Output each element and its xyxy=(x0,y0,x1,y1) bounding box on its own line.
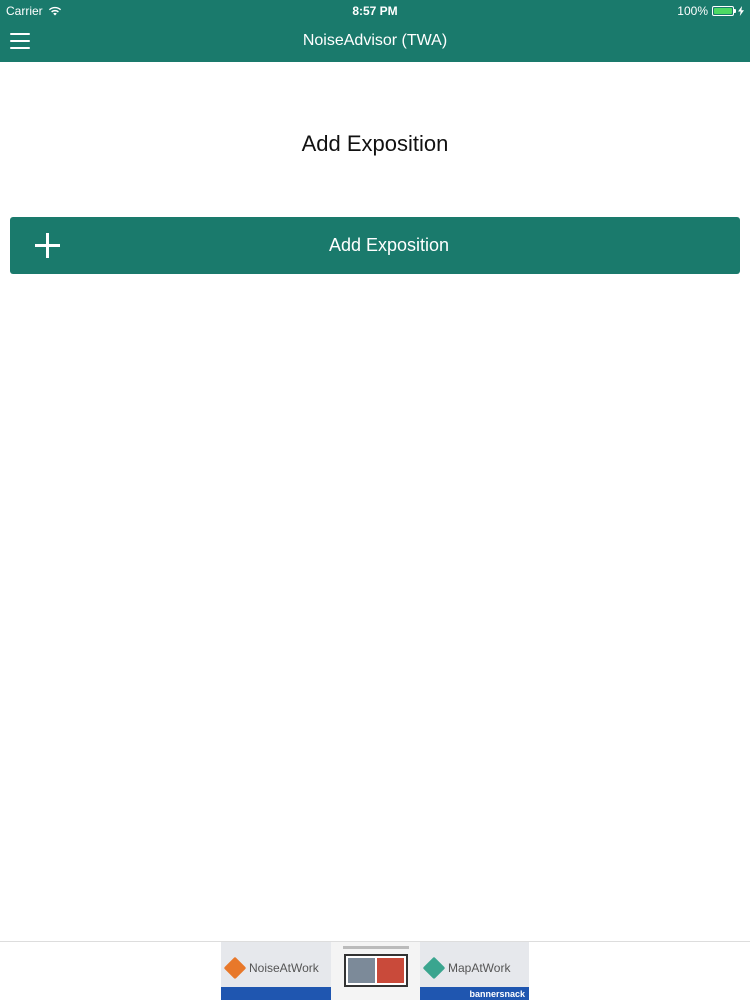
ad-mid-headline-bar xyxy=(343,946,409,949)
noiseatwork-logo-icon xyxy=(223,956,247,980)
top-bar: Carrier 8:57 PM 100% NoiseAdvisor (TWA) xyxy=(0,0,750,62)
ad-panel-devices xyxy=(331,942,420,1000)
mapatwork-logo-icon xyxy=(422,956,446,980)
ad-panel-mapatwork: MapAtWork bannersnack xyxy=(420,942,529,1000)
battery-fill xyxy=(714,8,732,14)
charging-bolt-icon xyxy=(738,6,744,16)
status-time: 8:57 PM xyxy=(352,4,398,18)
ad-bar: NoiseAtWork MapAtWork bannersnack xyxy=(0,941,750,1000)
status-bar: Carrier 8:57 PM 100% xyxy=(0,0,750,22)
ad-banner[interactable]: NoiseAtWork MapAtWork bannersnack xyxy=(221,942,529,1000)
ad-strip-right: bannersnack xyxy=(420,987,529,1000)
battery-percent: 100% xyxy=(677,4,708,18)
nav-title: NoiseAdvisor (TWA) xyxy=(302,32,448,49)
add-exposition-button-label: Add Exposition xyxy=(328,235,450,255)
status-right: 100% xyxy=(677,4,744,18)
ad-brand-left: NoiseAtWork xyxy=(249,961,319,975)
ad-credit: bannersnack xyxy=(469,989,525,999)
ad-strip-left xyxy=(221,987,331,1000)
page-heading: Add Exposition xyxy=(301,131,449,156)
add-exposition-button[interactable]: Add Exposition xyxy=(10,217,740,274)
ad-devices-image xyxy=(344,954,408,987)
ad-brand-right: MapAtWork xyxy=(448,961,511,975)
battery-icon xyxy=(712,6,736,16)
ad-panel-noiseatwork: NoiseAtWork xyxy=(221,942,331,1000)
nav-bar: NoiseAdvisor (TWA) xyxy=(0,22,750,62)
